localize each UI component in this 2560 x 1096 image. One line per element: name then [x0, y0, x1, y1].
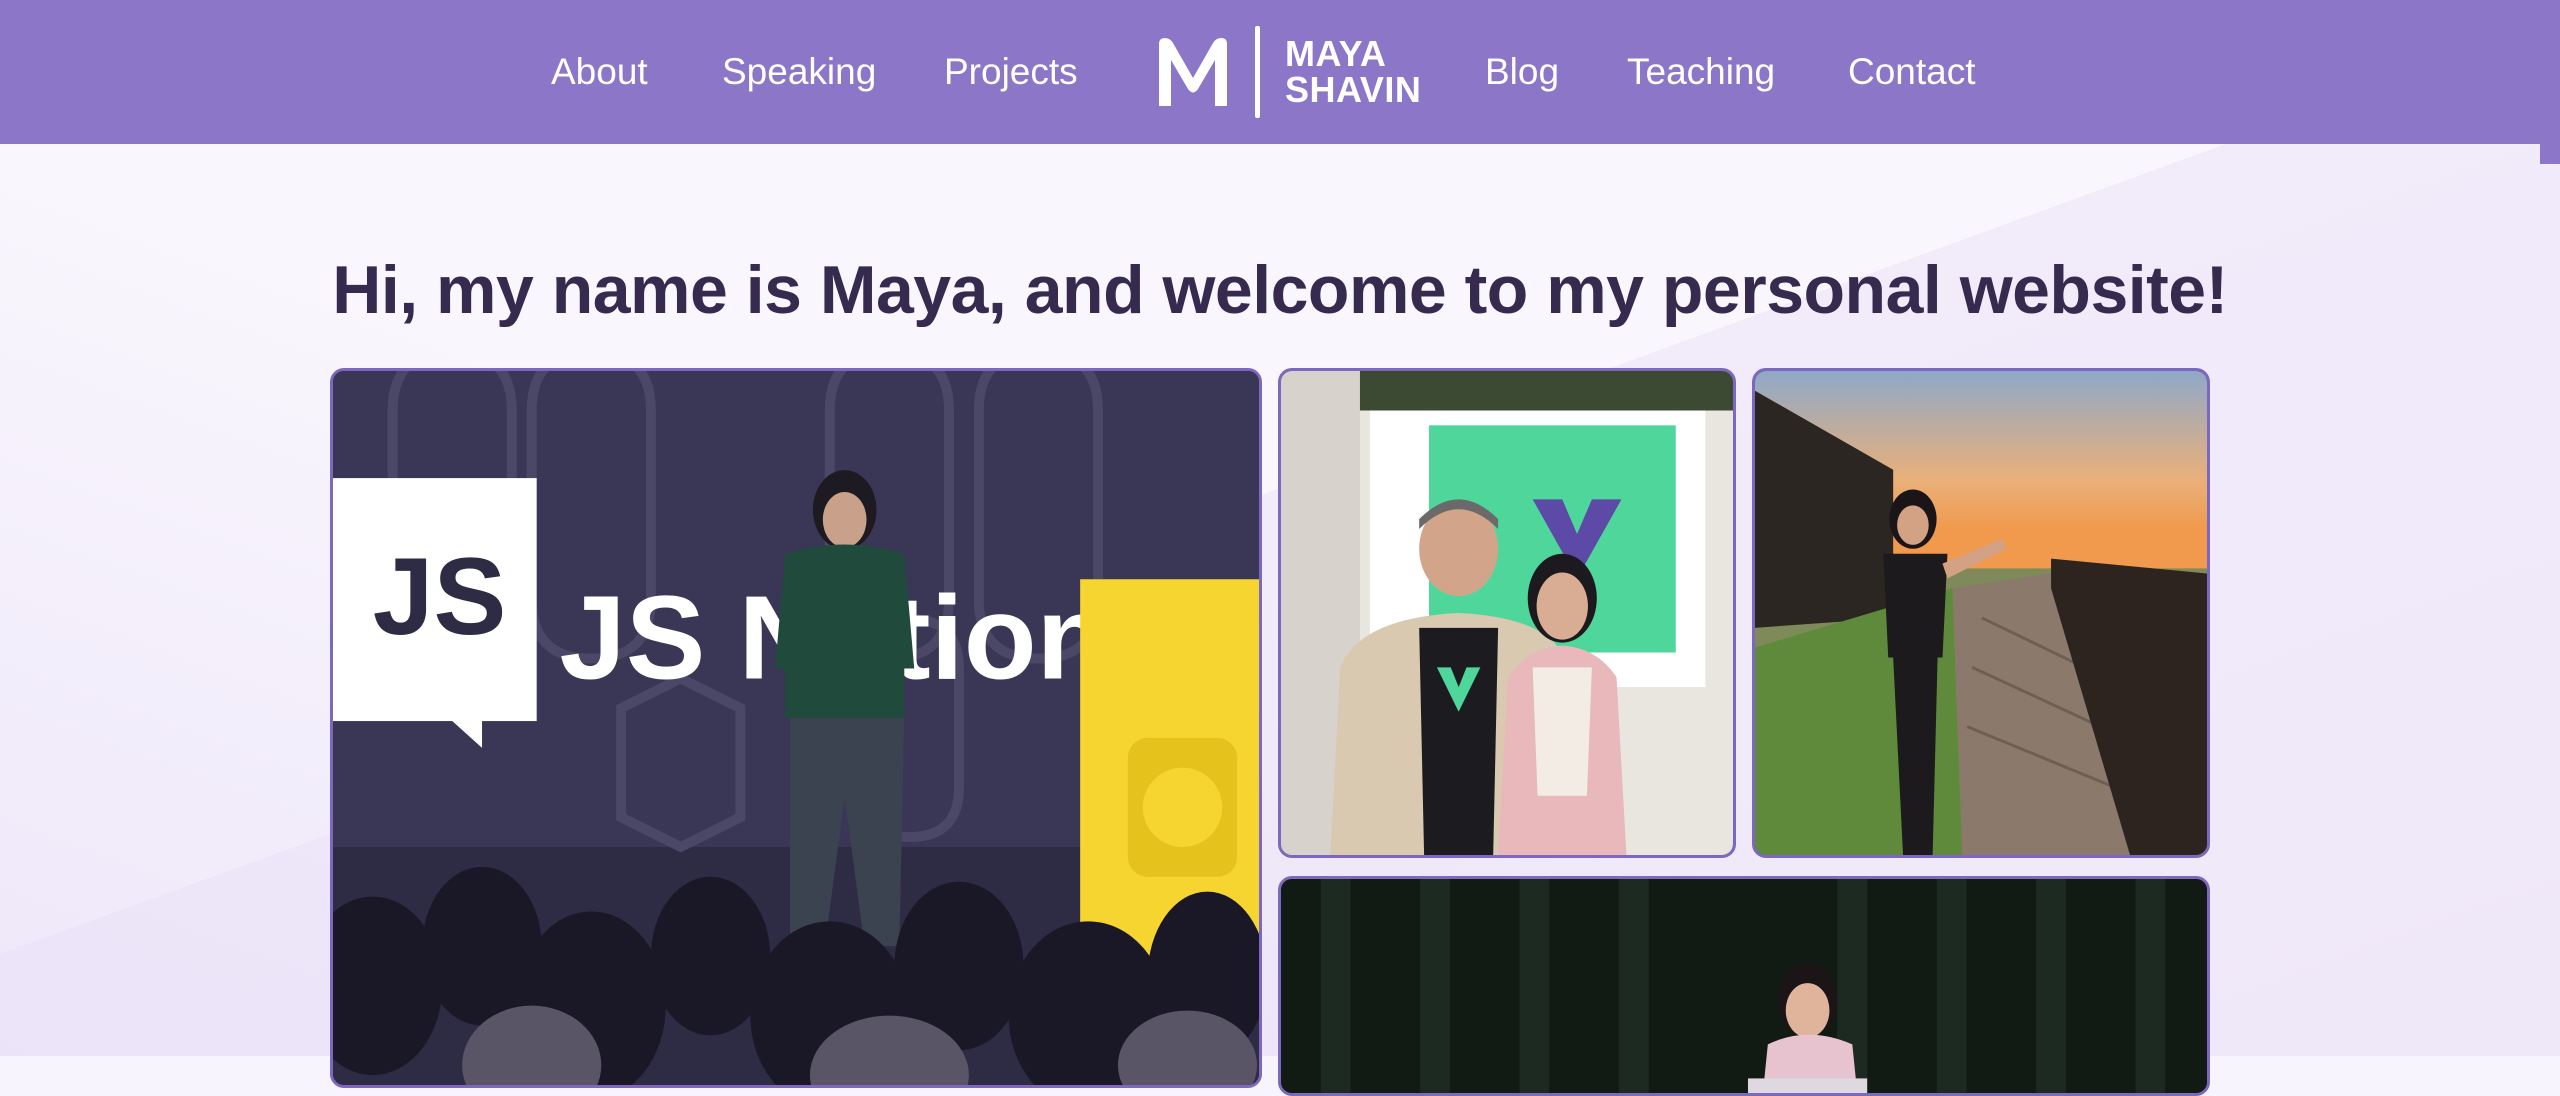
svg-text:JS: JS — [373, 536, 507, 658]
nav-link-contact[interactable]: Contact — [1848, 48, 1976, 96]
header-edge-tab — [2540, 144, 2560, 164]
site-logo[interactable]: MAYA SHAVIN — [1155, 24, 1421, 120]
site-header: About Speaking Projects MAYA SHAVIN Blog… — [0, 0, 2560, 144]
logo-text: MAYA SHAVIN — [1285, 36, 1421, 108]
page-title: Hi, my name is Maya, and welcome to my p… — [332, 251, 2228, 328]
logo-m-icon — [1159, 38, 1227, 106]
nav-link-about[interactable]: About — [551, 48, 648, 96]
photo-stage-talk: JS JS Nation — [330, 368, 1262, 1088]
nav-link-teaching[interactable]: Teaching — [1627, 48, 1775, 96]
nav-link-blog[interactable]: Blog — [1485, 48, 1559, 96]
logo-line-2: SHAVIN — [1285, 69, 1422, 110]
nav-link-speaking[interactable]: Speaking — [722, 48, 876, 96]
logo-line-1: MAYA — [1285, 33, 1387, 74]
photo-sunset-boardwalk — [1752, 368, 2210, 858]
logo-divider — [1255, 26, 1260, 118]
photo-vue-meetup — [1278, 368, 1736, 858]
nav-link-projects[interactable]: Projects — [944, 48, 1078, 96]
photo-stage-podium — [1278, 876, 2210, 1096]
